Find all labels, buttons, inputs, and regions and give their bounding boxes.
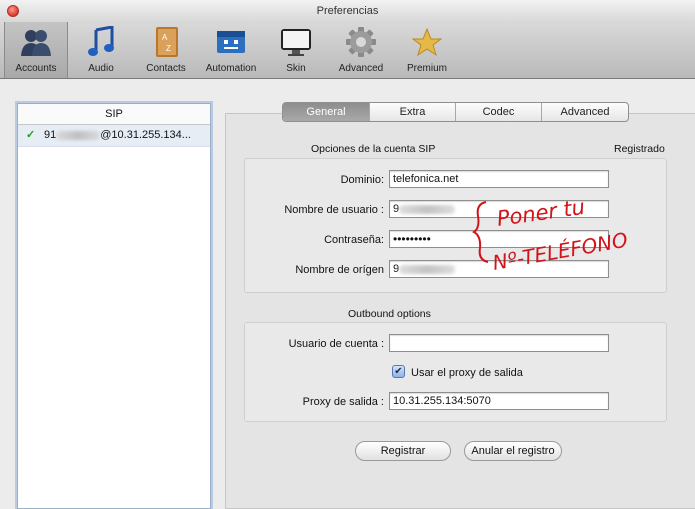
registered-check-icon: ✓ [26, 129, 36, 141]
toolbar-label: Contacts [146, 63, 186, 74]
toolbar-advanced[interactable]: Advanced [334, 22, 388, 78]
tab-codec[interactable]: Codec [456, 103, 542, 121]
svg-text:A: A [162, 33, 168, 42]
window-title: Preferencias [316, 5, 379, 17]
gear-icon [346, 27, 376, 57]
annotation-line2: Nº-TELÉFONO [491, 228, 630, 275]
close-window-button[interactable] [7, 5, 19, 17]
redacted-number [56, 130, 101, 140]
toolbar-label: Premium [406, 63, 447, 74]
settings-tabs: General Extra Codec Advanced [282, 102, 629, 122]
tab-advanced[interactable]: Advanced [542, 103, 628, 121]
svg-text:Z: Z [166, 44, 171, 53]
toolbar-label: Audio [88, 63, 114, 74]
toolbar-premium[interactable]: Premium [398, 22, 456, 78]
origin-name-label: Nombre de orígen [295, 264, 384, 276]
contacts-icon: A Z [156, 27, 178, 57]
register-button[interactable]: Registrar [355, 441, 451, 461]
domain-label: Dominio: [340, 174, 384, 186]
accounts-icon [21, 30, 51, 56]
annotation-line1: Poner tu [495, 195, 586, 231]
proxy-label: Proxy de salida : [302, 396, 384, 408]
toolbar-audio[interactable]: Audio [72, 22, 130, 78]
tab-general[interactable]: General [283, 103, 370, 121]
sip-options-title: Opciones de la cuenta SIP [311, 143, 436, 155]
toolbar-label: Skin [286, 63, 306, 74]
username-label: Nombre de usuario : [284, 204, 384, 216]
accounts-list: SIP ✓ 91 @10.31.255.134... [17, 103, 211, 509]
redacted-number [399, 264, 456, 274]
tab-extra[interactable]: Extra [370, 103, 456, 121]
use-proxy-label: Usar el proxy de salida [411, 367, 523, 379]
account-user-label: Usuario de cuenta : [288, 338, 384, 350]
toolbar-label: Advanced [338, 63, 384, 74]
account-prefix: 91 [44, 129, 57, 141]
star-icon [411, 27, 443, 57]
handwritten-annotation: Poner tu Nº-TELÉFONO [472, 195, 630, 275]
toolbar-contacts[interactable]: A Z Contacts [136, 22, 196, 78]
outbound-options-title: Outbound options [348, 308, 431, 320]
toolbar-skin[interactable]: Skin [268, 22, 324, 78]
skin-icon [281, 29, 311, 56]
accounts-list-header: SIP [18, 104, 210, 125]
title-bar: Preferencias [0, 0, 695, 22]
preferences-content: SIP ✓ 91 @10.31.255.134... General Extra C… [0, 79, 695, 509]
account-row[interactable]: ✓ 91 @10.31.255.134... [18, 125, 210, 147]
toolbar-label: Automation [205, 63, 257, 74]
use-proxy-checkbox[interactable]: ✔ [392, 365, 405, 378]
preferences-toolbar: Accounts Audio A Z Contacts Automation S… [0, 22, 695, 79]
audio-icon [88, 26, 114, 56]
password-label: Contraseña: [324, 234, 384, 246]
toolbar-automation[interactable]: Automation [200, 22, 262, 78]
account-user-field[interactable] [389, 334, 609, 352]
account-host: @10.31.255.134... [100, 129, 191, 141]
automation-icon [217, 31, 245, 53]
toolbar-accounts[interactable]: Accounts [4, 22, 68, 78]
toolbar-label: Accounts [15, 63, 57, 74]
registration-status: Registrado [614, 143, 665, 155]
proxy-field[interactable] [389, 392, 609, 410]
unregister-button[interactable]: Anular el registro [464, 441, 562, 461]
redacted-number [399, 204, 456, 214]
